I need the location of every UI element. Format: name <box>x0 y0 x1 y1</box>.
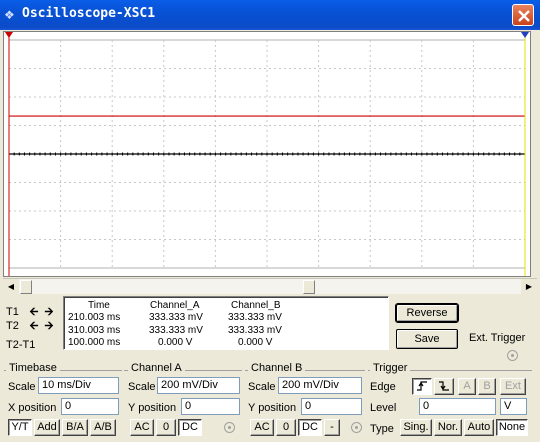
close-icon <box>518 10 530 22</box>
reverse-button[interactable]: Reverse <box>395 303 459 323</box>
channel-a-scale-label: Scale <box>128 381 156 393</box>
trigger-level-unit[interactable]: V <box>500 398 527 415</box>
channel-b-y-position-input[interactable]: 0 <box>301 398 362 415</box>
channel-b-scale-label: Scale <box>248 381 276 393</box>
rising-edge-button[interactable] <box>412 378 432 395</box>
delta-time: 100.000 ms <box>68 337 121 348</box>
timebase-title: Timebase <box>6 362 60 374</box>
channel-b-dc-button[interactable]: DC <box>298 419 322 436</box>
trigger-normal-button[interactable]: Nor. <box>434 419 462 436</box>
cursor-readout: Time Channel_A Channel_B 210.003 ms 333.… <box>63 296 389 350</box>
horizontal-scrollbar[interactable]: ◀ ▶ <box>3 278 537 295</box>
t2-right-arrow-icon[interactable]: 🡪 <box>42 319 56 333</box>
close-button[interactable] <box>512 4 534 26</box>
x-position-label: X position <box>8 402 57 414</box>
channel-a-scale-input[interactable]: 200 mV/Div <box>157 377 240 394</box>
mode-add-button[interactable]: Add <box>34 419 60 436</box>
channel-a-ac-button[interactable]: AC <box>130 419 154 436</box>
t1-channel-a: 333.333 mV <box>149 312 203 323</box>
t2-channel-a: 333.333 mV <box>149 325 203 336</box>
scope-screen[interactable] <box>3 31 531 277</box>
delta-channel-a: 0.000 V <box>158 337 193 348</box>
header-time: Time <box>88 300 110 311</box>
channel-b-scale-input[interactable]: 200 mV/Div <box>278 377 362 394</box>
t2-label: T2 <box>6 320 19 332</box>
channel-b-ac-button[interactable]: AC <box>250 419 274 436</box>
trigger-none-button[interactable]: None <box>496 419 528 436</box>
t2-t1-label: T2-T1 <box>6 339 36 351</box>
t1-right-arrow-icon[interactable]: 🡪 <box>42 305 56 319</box>
t2-time: 310.003 ms <box>68 325 121 336</box>
channel-b-invert-button[interactable]: - <box>324 419 340 436</box>
channel-b-title: Channel B <box>248 362 306 374</box>
t1-label: T1 <box>6 306 19 318</box>
channel-b-y-position-label: Y position <box>248 402 297 414</box>
trigger-title: Trigger <box>370 362 411 374</box>
ext-trigger-label: Ext. Trigger <box>469 332 526 344</box>
ext-trigger-radio[interactable] <box>507 350 518 361</box>
channel-a-dc-button[interactable]: DC <box>178 419 202 436</box>
channel-a-title: Channel A <box>128 362 185 374</box>
mode-yt-button[interactable]: Y/T <box>8 419 32 436</box>
trigger-source-ext-button[interactable]: Ext <box>500 378 526 395</box>
oscilloscope-icon: ❖ <box>4 8 15 22</box>
channel-a-zero-button[interactable]: 0 <box>156 419 176 436</box>
trigger-source-b-button[interactable]: B <box>478 378 496 395</box>
t1-time: 210.003 ms <box>68 312 121 323</box>
scope-display <box>5 32 529 276</box>
edge-label: Edge <box>370 381 396 393</box>
trigger-single-button[interactable]: Sing. <box>400 419 432 436</box>
channel-a-y-position-label: Y position <box>128 402 177 414</box>
cursor-t2-marker-icon <box>521 32 529 38</box>
rising-edge-icon <box>417 381 427 391</box>
falling-edge-icon <box>439 381 449 391</box>
timebase-scale-label: Scale <box>8 381 36 393</box>
falling-edge-button[interactable] <box>434 378 454 395</box>
delta-channel-b: 0.000 V <box>238 337 273 348</box>
timebase-scale-input[interactable]: 10 ms/Div <box>38 377 119 394</box>
trigger-source-a-button[interactable]: A <box>458 378 476 395</box>
mode-ba-button[interactable]: B/A <box>62 419 88 436</box>
channel-a-y-position-input[interactable]: 0 <box>181 398 240 415</box>
mode-ab-button[interactable]: A/B <box>90 419 116 436</box>
right-edge <box>531 31 537 277</box>
x-position-input[interactable]: 0 <box>61 398 119 415</box>
cursor-t1-marker-icon <box>5 32 13 38</box>
channel-b-radio[interactable] <box>351 422 362 433</box>
channel-b-zero-button[interactable]: 0 <box>276 419 296 436</box>
header-channel-a: Channel_A <box>150 300 200 311</box>
channel-a-radio[interactable] <box>224 422 235 433</box>
t2-channel-b: 333.333 mV <box>228 325 282 336</box>
save-button[interactable]: Save <box>396 329 458 349</box>
scroll-right-icon[interactable]: ▶ <box>521 279 537 295</box>
type-label: Type <box>370 423 394 435</box>
scroll-left-icon[interactable]: ◀ <box>3 279 19 295</box>
level-label: Level <box>370 402 397 414</box>
header-channel-b: Channel_B <box>231 300 281 311</box>
window-title: Oscilloscope-XSC1 <box>22 6 156 21</box>
scroll-thumb[interactable] <box>20 280 32 294</box>
title-bar: ❖ Oscilloscope-XSC1 <box>0 0 540 30</box>
trigger-auto-button[interactable]: Auto <box>464 419 494 436</box>
t1-left-arrow-icon[interactable]: 🡨 <box>27 305 41 319</box>
t2-left-arrow-icon[interactable]: 🡨 <box>27 319 41 333</box>
scroll-thumb-secondary[interactable] <box>303 280 315 294</box>
t1-channel-b: 333.333 mV <box>228 312 282 323</box>
trigger-level-input[interactable]: 0 <box>419 398 496 415</box>
